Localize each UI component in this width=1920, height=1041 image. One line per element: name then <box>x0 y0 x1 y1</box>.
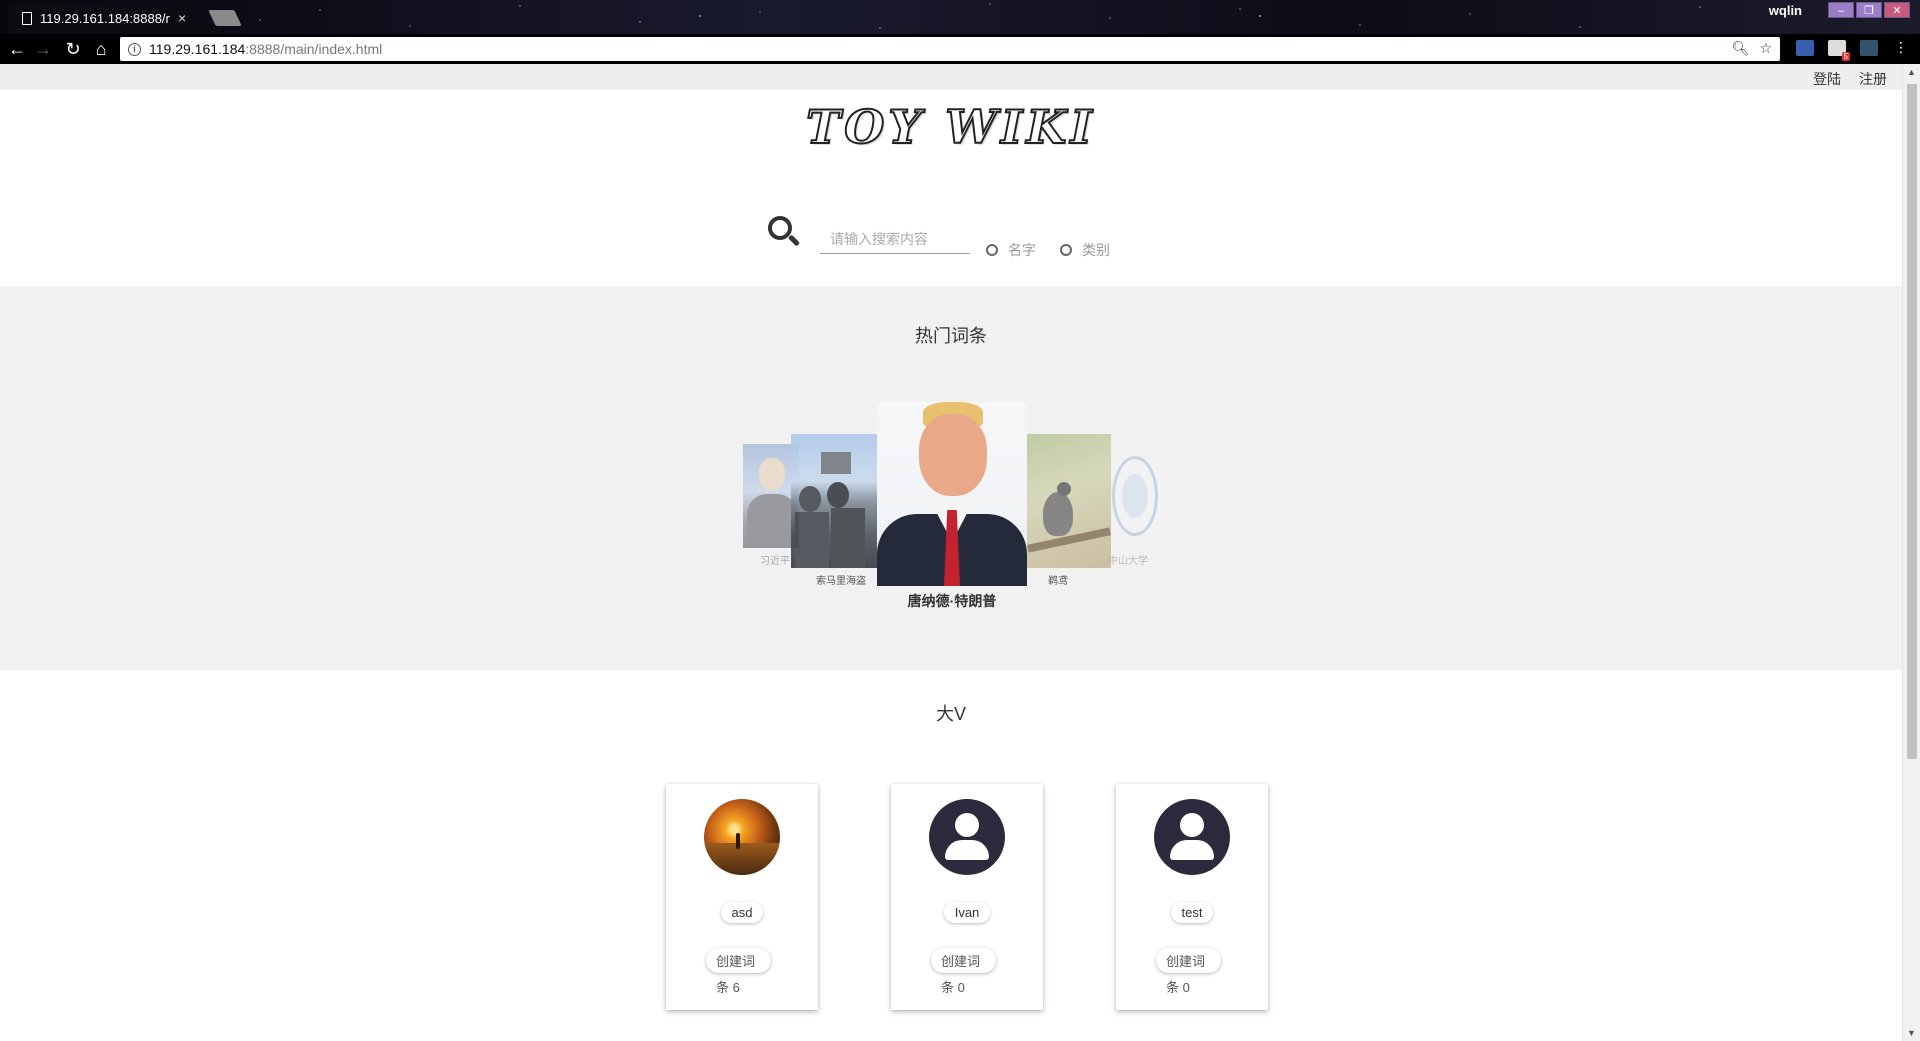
register-link[interactable]: 注册 <box>1859 69 1887 89</box>
carousel-item-soldiers[interactable] <box>791 434 877 568</box>
site-info-icon[interactable]: i <box>128 42 141 56</box>
page-scrollbar[interactable]: ▲ ▼ <box>1902 64 1920 1041</box>
browser-titlebar: 119.29.161.184:8888/n × wqlin – ❐ ✕ <box>0 0 1920 34</box>
create-entry-button[interactable]: 创建词 <box>1156 948 1222 973</box>
scrollbar-thumb[interactable] <box>1907 84 1917 759</box>
tab-title: 119.29.161.184:8888/n <box>40 10 170 26</box>
scroll-up-arrow-icon[interactable]: ▲ <box>1907 67 1916 77</box>
back-arrow-icon[interactable]: ← <box>8 40 26 58</box>
carousel-caption: 习近平 <box>760 556 790 567</box>
hot-entries-title: 热门词条 <box>915 326 987 346</box>
minimize-button[interactable]: – <box>1828 2 1854 18</box>
home-icon[interactable]: ⌂ <box>92 40 110 58</box>
hot-entries-section: 热门词条 习近平 中山大学 索马里海盗 鹈鸢 唐纳德·特朗普 <box>0 286 1902 670</box>
window-controls: – ❐ ✕ <box>1828 2 1910 18</box>
default-user-icon[interactable] <box>929 799 1005 875</box>
big-v-section: 大V asd 创建词 条 6 Ivan 创建词 条 0 test 创建词 条 0 <box>0 670 1902 1041</box>
radio-circle[interactable] <box>1060 244 1072 256</box>
carousel-item-featured[interactable] <box>877 402 1027 586</box>
maximize-button[interactable]: ❐ <box>1856 2 1882 18</box>
browser-tab[interactable]: 119.29.161.184:8888/n × <box>8 2 204 34</box>
browser-toolbar: ← → ↻ ⌂ i 119.29.161.184:8888/main/index… <box>0 34 1920 64</box>
radio-category[interactable]: 类别 <box>1060 240 1110 260</box>
default-user-icon[interactable] <box>1154 799 1230 875</box>
entry-count: 条 6 <box>716 980 740 995</box>
address-bar[interactable]: i 119.29.161.184:8888/main/index.html 🔍︎… <box>120 37 1780 61</box>
radio-name[interactable]: 名字 <box>986 240 1036 260</box>
scroll-down-arrow-icon[interactable]: ▼ <box>1907 1028 1916 1038</box>
new-tab-button[interactable] <box>208 10 242 26</box>
page-viewport: 登陆 注册 TOY WIKI 名字 类别 热门词条 习近平 中山大学 <box>0 64 1902 1041</box>
carousel-caption: 鹈鸢 <box>1048 576 1068 587</box>
carousel-caption-featured[interactable]: 唐纳德·特朗普 <box>877 591 1027 611</box>
login-link[interactable]: 登陆 <box>1813 69 1841 89</box>
tab-close-icon[interactable]: × <box>178 10 186 26</box>
search-input[interactable] <box>820 224 970 254</box>
extensions-area: 5 ⋮ <box>1796 40 1910 61</box>
site-logo[interactable]: TOY WIKI <box>0 99 1902 155</box>
url-host: 119.29.161.184 <box>149 41 246 57</box>
mail-extension-icon[interactable]: 5 <box>1828 40 1850 61</box>
avatar[interactable] <box>704 799 780 875</box>
radio-name-label: 名字 <box>1008 242 1036 258</box>
carousel-item-bird[interactable] <box>1025 434 1111 568</box>
radio-circle[interactable] <box>986 244 998 256</box>
big-v-title: 大V <box>935 704 966 724</box>
document-icon <box>22 11 32 25</box>
user-card[interactable]: Ivan 创建词 条 0 <box>891 784 1043 1010</box>
auth-bar: 登陆 注册 <box>0 64 1902 90</box>
user-name-chip[interactable]: test <box>1170 902 1214 923</box>
create-entry-button[interactable]: 创建词 <box>931 948 997 973</box>
mail-badge: 5 <box>1841 52 1850 61</box>
browser-profile-name[interactable]: wqlin <box>1769 3 1802 18</box>
forward-arrow-icon[interactable]: → <box>34 40 52 58</box>
url-path: :8888/main/index.html <box>245 41 383 57</box>
bookmark-star-icon[interactable]: ☆ <box>1759 40 1772 57</box>
entry-count: 条 0 <box>1166 980 1190 995</box>
carousel-item-seal[interactable] <box>1108 444 1160 548</box>
user-name-chip[interactable]: asd <box>720 902 764 923</box>
create-entry-button[interactable]: 创建词 <box>706 948 772 973</box>
user-card[interactable]: test 创建词 条 0 <box>1116 784 1268 1010</box>
carousel-caption: 中山大学 <box>1108 556 1148 567</box>
search-icon[interactable] <box>768 216 801 250</box>
translate-extension-icon[interactable] <box>1796 40 1814 56</box>
user-card[interactable]: asd 创建词 条 6 <box>666 784 818 1010</box>
reload-icon[interactable]: ↻ <box>64 40 82 58</box>
entry-count: 条 0 <box>941 980 965 995</box>
extension-icon[interactable] <box>1860 40 1878 56</box>
zoom-icon[interactable]: 🔍︎ <box>1732 40 1750 57</box>
search-bar: 名字 类别 <box>0 216 1902 266</box>
close-window-button[interactable]: ✕ <box>1884 2 1910 18</box>
menu-dots-icon[interactable]: ⋮ <box>1892 40 1910 56</box>
carousel-caption: 索马里海盗 <box>816 576 866 587</box>
user-name-chip[interactable]: Ivan <box>943 902 991 923</box>
radio-category-label: 类别 <box>1082 242 1110 258</box>
